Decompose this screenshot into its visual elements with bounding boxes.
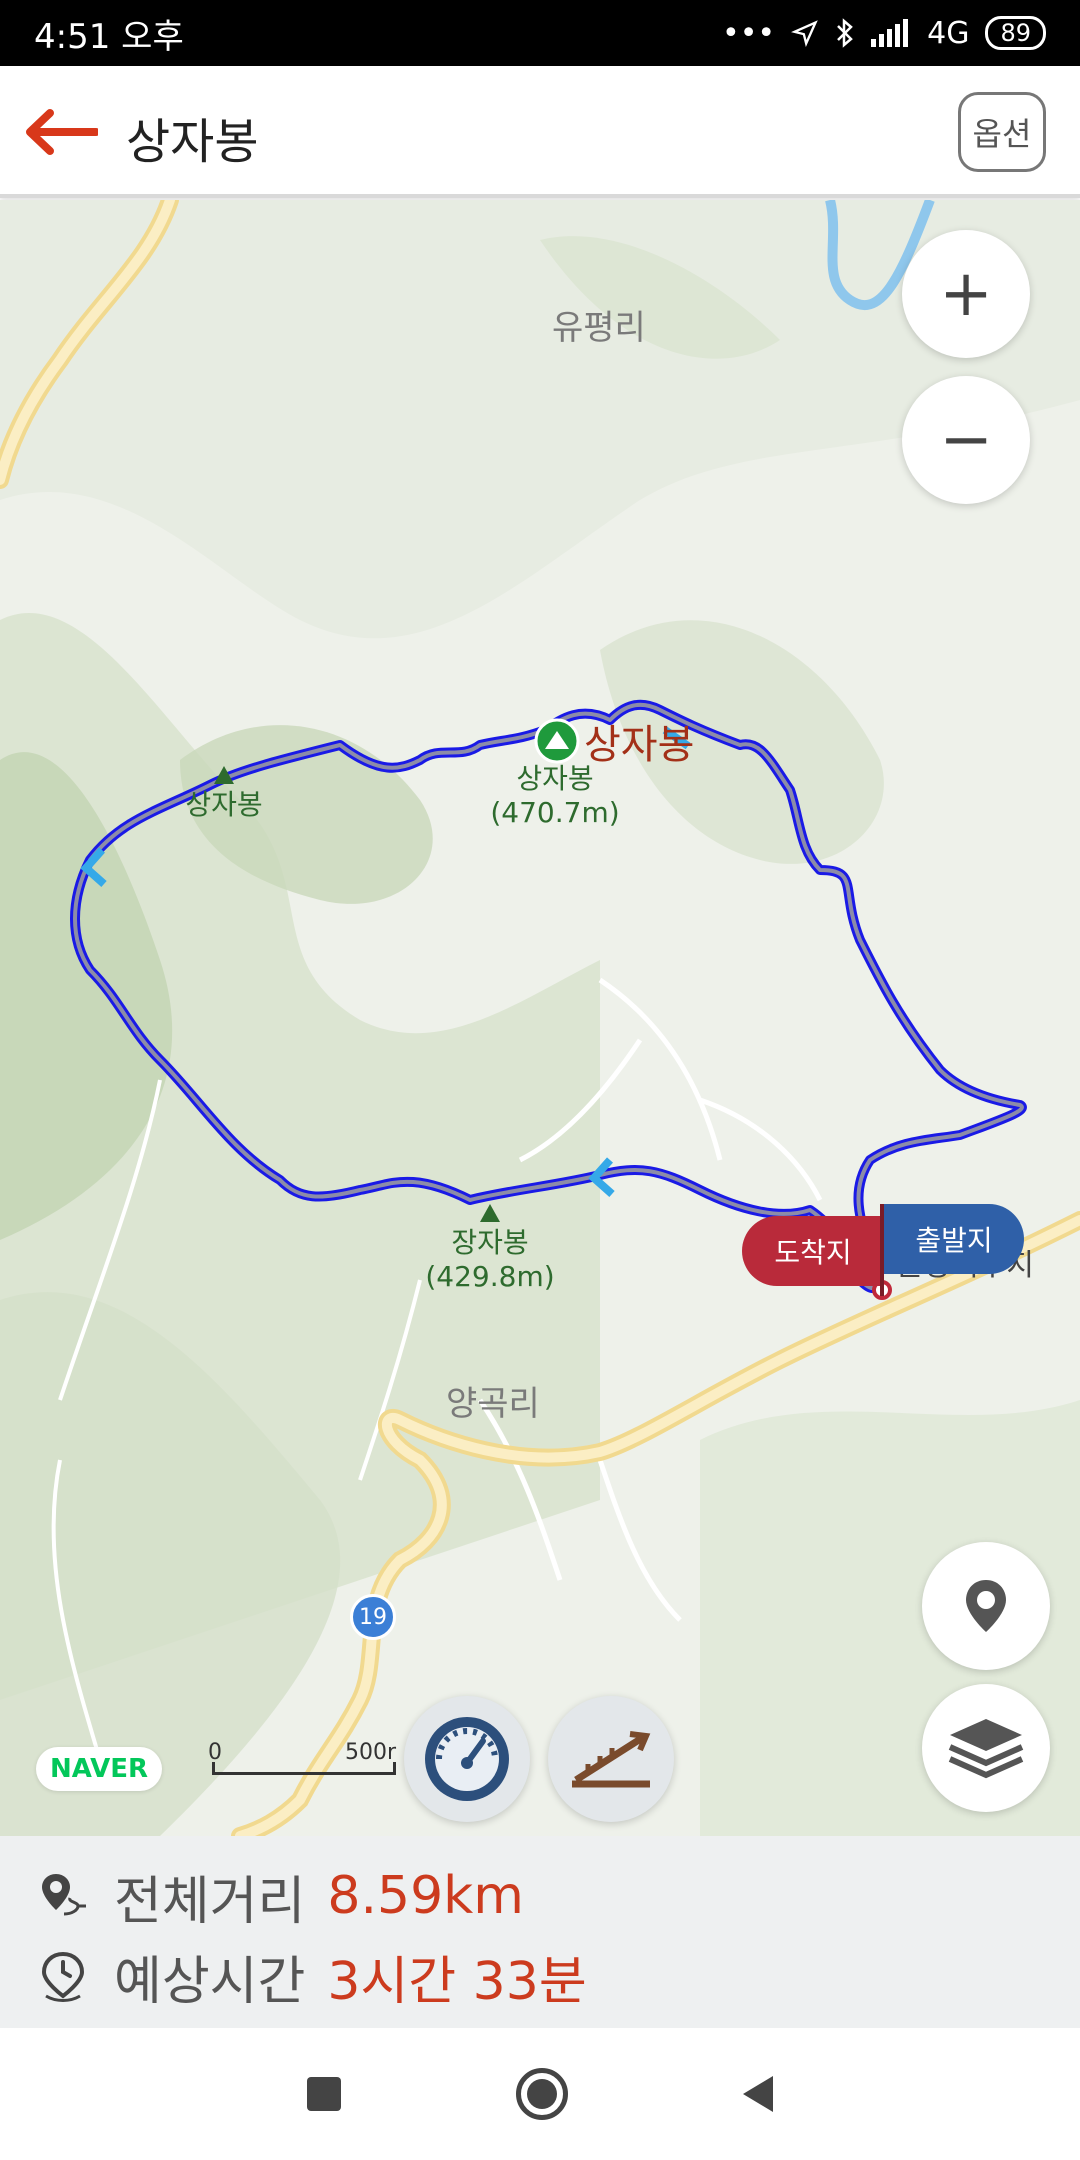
flag-pole: [880, 1204, 884, 1296]
status-bar: 4:51 오후 ••• 4G 89: [0, 0, 1080, 66]
page-title: 상자봉: [126, 114, 259, 170]
home-button[interactable]: [515, 2068, 568, 2120]
network-type: 4G: [927, 15, 970, 51]
options-button[interactable]: 옵션: [958, 92, 1046, 172]
location-arrow-icon: [791, 20, 818, 47]
peak-label: 장자봉 (429.8m): [420, 1204, 560, 1294]
more-dots-icon: •••: [722, 15, 776, 51]
time-row: 예상시간 3시간 33분: [32, 1936, 1048, 2016]
place-label-yupyeong: 유평리: [552, 308, 646, 348]
distance-label: 전체거리: [114, 1871, 306, 1932]
zoom-in-button[interactable]: +: [902, 230, 1030, 358]
back-arrow-icon: [26, 109, 98, 155]
map-scale: 0 500r: [206, 1740, 396, 1786]
bluetooth-icon: [837, 18, 853, 48]
app-header: 상자봉 옵션: [0, 66, 1080, 198]
departure-flag[interactable]: 출발지: [884, 1204, 1024, 1274]
distance-row: 전체거리 8.59km: [32, 1856, 1048, 1936]
slope-icon: [572, 1731, 651, 1788]
battery-indicator: 89: [985, 16, 1046, 50]
zoom-out-button[interactable]: −: [902, 376, 1030, 504]
back-nav-button[interactable]: [742, 2076, 773, 2112]
recents-button[interactable]: [307, 2077, 342, 2111]
slope-button[interactable]: [548, 1696, 674, 1822]
distance-value: 8.59km: [327, 1866, 524, 1926]
peak-label: 상자봉: [174, 766, 274, 822]
my-location-button[interactable]: [922, 1542, 1050, 1670]
back-button[interactable]: [20, 100, 100, 164]
layers-button[interactable]: [922, 1684, 1050, 1812]
map-view[interactable]: 유평리 양곡리 문광저수지 상자봉 상자봉 (470.7m) 상자봉 장자봉 (…: [0, 200, 1080, 1836]
time-label: 예상시간: [114, 1951, 306, 2012]
layers-icon: [948, 1719, 1024, 1779]
speed-button[interactable]: [404, 1696, 530, 1822]
estimated-time-icon: [32, 1950, 94, 2002]
place-label-yanggok: 양곡리: [446, 1384, 540, 1424]
location-pin-icon: [966, 1580, 1006, 1632]
route-summary: 전체거리 8.59km 예상시간 3시간 33분: [0, 1836, 1080, 2028]
time-value: 3시간 33분: [327, 1951, 587, 2012]
arrival-flag[interactable]: 도착지: [742, 1216, 884, 1286]
route-distance-icon: [32, 1870, 94, 1922]
naver-logo: NAVER: [36, 1747, 162, 1791]
system-nav-bar: [0, 2028, 1080, 2160]
speedometer-icon: [425, 1717, 509, 1801]
status-time: 4:51 오후: [34, 16, 184, 57]
signal-icon: [871, 19, 909, 47]
peak-label: 상자봉 (470.7m): [490, 762, 620, 829]
road-number-badge: 19: [350, 1594, 396, 1640]
mountain-marker-icon: [534, 718, 580, 764]
status-icons: ••• 4G 89: [722, 16, 1046, 51]
